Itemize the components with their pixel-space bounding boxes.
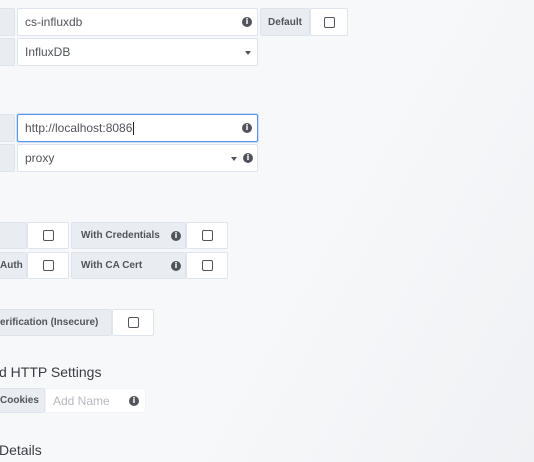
tls-auth-text: Auth [0, 260, 23, 271]
with-ca-cert-label: With CA Cert i [71, 252, 186, 279]
access-label-cell [0, 144, 15, 172]
advanced-http-settings-title: d HTTP Settings [0, 364, 102, 380]
whitelisted-cookies-text: Cookies [0, 395, 39, 406]
basic-auth-checkbox[interactable] [42, 230, 54, 241]
cookies-info-icon[interactable]: i [129, 396, 139, 406]
name-label-cell [0, 8, 15, 36]
access-select[interactable]: proxy i [17, 144, 258, 172]
skip-tls-verify-text: erification (Insecure) [0, 317, 99, 328]
with-credentials-checkbox[interactable] [201, 230, 213, 241]
default-checkbox-cell[interactable] [310, 8, 348, 36]
name-input-value: cs-influxdb [25, 15, 83, 29]
with-ca-cert-text: With CA Cert [81, 260, 143, 271]
skip-tls-verify-checkbox[interactable] [127, 317, 139, 328]
basic-auth-label-cell [0, 222, 27, 249]
with-credentials-label: With Credentials i [71, 222, 186, 249]
basic-auth-checkbox-cell[interactable] [27, 222, 69, 249]
with-credentials-info-icon[interactable]: i [171, 231, 181, 241]
type-select[interactable]: InfluxDB [17, 38, 258, 66]
url-info-icon[interactable]: i [242, 123, 252, 133]
url-input-value: http://localhost:8086 [25, 121, 133, 135]
url-input[interactable]: http://localhost:8086 i [17, 114, 258, 142]
default-checkbox[interactable] [323, 16, 335, 28]
tls-auth-checkbox[interactable] [42, 260, 54, 271]
chevron-down-icon [245, 51, 251, 55]
type-label-cell [0, 38, 15, 66]
access-info-icon[interactable]: i [243, 153, 253, 163]
with-ca-cert-info-icon[interactable]: i [171, 261, 181, 271]
tls-auth-checkbox-cell[interactable] [27, 252, 69, 279]
name-info-icon[interactable]: i [242, 17, 252, 27]
chevron-down-icon [231, 157, 237, 161]
whitelisted-cookies-label: Cookies [0, 388, 45, 413]
with-credentials-checkbox-cell[interactable] [186, 222, 228, 249]
with-ca-cert-checkbox[interactable] [201, 260, 213, 271]
details-title: Details [0, 442, 42, 458]
access-select-value: proxy [25, 151, 55, 165]
with-ca-cert-checkbox-cell[interactable] [186, 252, 228, 279]
text-cursor [133, 121, 135, 135]
url-label-cell [0, 114, 15, 142]
name-input[interactable]: cs-influxdb i [17, 8, 258, 36]
skip-tls-verify-label: erification (Insecure) [0, 309, 112, 336]
default-label: Default [260, 8, 310, 36]
type-select-value: InfluxDB [25, 45, 71, 59]
cookies-add-name-input[interactable]: Add Name i [45, 388, 146, 413]
with-credentials-text: With Credentials [81, 230, 160, 241]
tls-auth-label: Auth [0, 252, 27, 279]
default-label-text: Default [268, 16, 302, 28]
cookies-add-name-placeholder: Add Name [53, 393, 110, 408]
skip-tls-verify-checkbox-cell[interactable] [112, 309, 154, 336]
